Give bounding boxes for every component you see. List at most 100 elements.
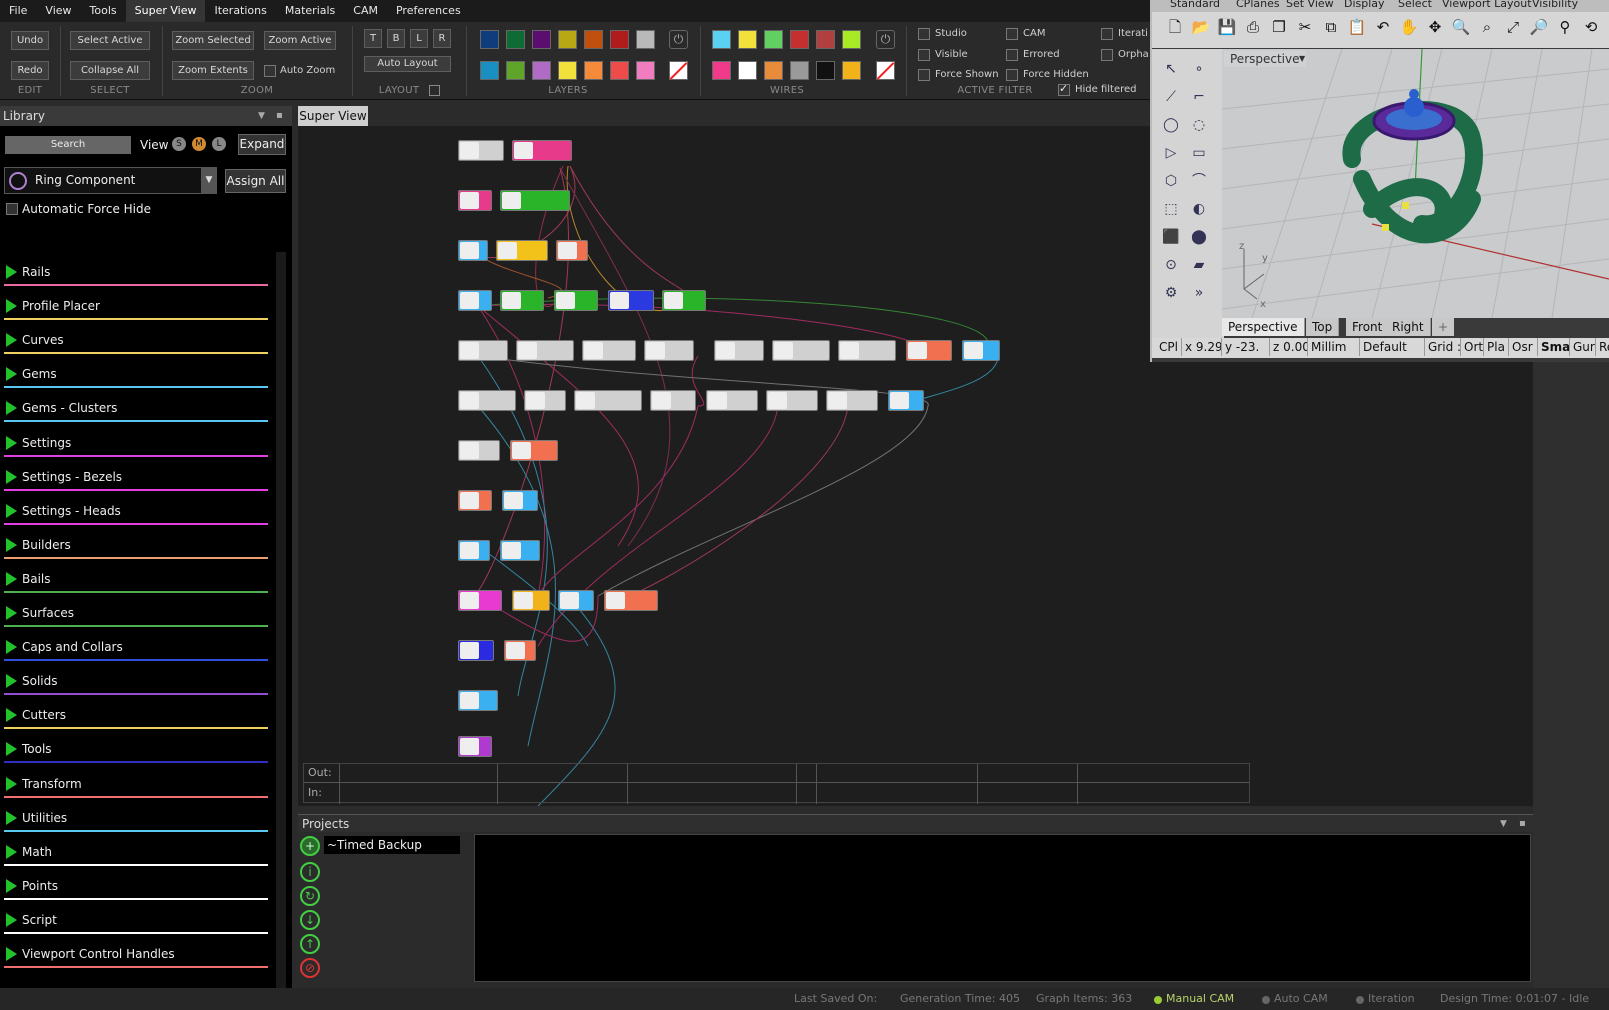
menu-tools[interactable]: Tools — [81, 0, 126, 22]
library-pin-icon[interactable]: ▪ — [276, 106, 283, 126]
iteration-status[interactable]: Iteration — [1368, 992, 1415, 1005]
graph-node[interactable] — [604, 590, 658, 611]
pan-hand-icon[interactable]: ✋ — [1398, 16, 1420, 38]
box-icon[interactable]: ⬛ — [1160, 226, 1182, 248]
zoom-window-icon[interactable]: ⌕ — [1476, 16, 1498, 38]
point-icon[interactable]: ∘ — [1188, 58, 1210, 80]
graph-node[interactable] — [458, 690, 498, 711]
projects-dropdown-icon[interactable]: ▼ — [1500, 815, 1507, 833]
coordinate-cell[interactable]: Ort — [1461, 338, 1484, 356]
layer-swatch[interactable] — [480, 30, 499, 49]
library-category[interactable]: Profile Placer — [4, 289, 268, 323]
rhino-tab[interactable]: Display — [1344, 0, 1385, 10]
graph-node[interactable] — [582, 340, 636, 361]
rotate-view-icon[interactable]: ⟲ — [1580, 16, 1602, 38]
polygon-icon[interactable]: ▷ — [1160, 142, 1182, 164]
circle-icon[interactable]: ◯ — [1160, 114, 1182, 136]
graph-node[interactable] — [558, 590, 594, 611]
cut-icon[interactable]: ✂ — [1294, 16, 1316, 38]
graph-node[interactable] — [512, 590, 550, 611]
graph-node[interactable] — [500, 290, 544, 311]
layout-left-button[interactable]: L — [410, 29, 428, 48]
graph-node[interactable] — [502, 490, 538, 511]
errored-checkbox[interactable] — [1006, 49, 1018, 61]
menu-file[interactable]: File — [0, 0, 36, 22]
layer-swatch[interactable] — [584, 61, 603, 80]
layer-swatch[interactable] — [636, 61, 655, 80]
graph-node[interactable] — [458, 736, 492, 757]
graph-node[interactable] — [906, 340, 952, 361]
surface-icon[interactable]: ⬚ — [1160, 198, 1182, 220]
refresh-icon[interactable]: ↻ — [300, 886, 320, 906]
coordinate-cell[interactable]: Pla — [1484, 338, 1509, 356]
search-input[interactable]: Search — [5, 136, 131, 154]
library-category[interactable]: Cutters — [4, 698, 268, 732]
move-icon[interactable]: ✥ — [1424, 16, 1446, 38]
graph-node[interactable] — [524, 390, 566, 411]
library-category[interactable]: Script — [4, 903, 268, 937]
graph-node[interactable] — [714, 340, 764, 361]
viewport-tab[interactable]: Right — [1386, 318, 1431, 336]
menu-cam[interactable]: CAM — [344, 0, 387, 22]
expand-button[interactable]: Expand — [238, 134, 286, 155]
viewport-tab[interactable]: Top — [1306, 318, 1340, 336]
rhino-tab[interactable]: CPlanes — [1236, 0, 1280, 10]
library-category[interactable]: Settings - Bezels — [4, 460, 268, 494]
library-category[interactable]: Points — [4, 869, 268, 903]
graph-node[interactable] — [458, 290, 492, 311]
revolve-icon[interactable]: ◐ — [1188, 198, 1210, 220]
library-category[interactable]: Viewport Control Handles — [4, 937, 268, 971]
layer-swatch[interactable] — [506, 30, 525, 49]
wires-none-swatch[interactable] — [876, 61, 895, 80]
graph-node[interactable] — [458, 590, 502, 611]
print-icon[interactable]: ⎙ — [1242, 16, 1264, 38]
wire-swatch[interactable] — [712, 30, 731, 49]
graph-node[interactable] — [962, 340, 1000, 361]
component-select[interactable]: Ring Component ▼ — [4, 167, 217, 194]
curve-icon[interactable]: ⌐ — [1188, 86, 1210, 108]
manual-cam-status[interactable]: Manual CAM — [1166, 992, 1234, 1005]
library-category[interactable]: Gems - Clusters — [4, 391, 268, 425]
graph-node[interactable] — [650, 390, 696, 411]
view-small-button[interactable]: S — [172, 137, 186, 151]
download-icon[interactable]: ↓ — [300, 910, 320, 930]
layer-swatch[interactable] — [558, 30, 577, 49]
rhino-tab[interactable]: Visibility — [1532, 0, 1578, 10]
settings-icon[interactable]: ⚙ — [1160, 282, 1182, 304]
graph-node[interactable] — [500, 540, 540, 561]
coordinate-cell[interactable]: Millim — [1308, 338, 1360, 356]
zoom-in-icon[interactable]: 🔍 — [1450, 16, 1472, 38]
zoom-extents-icon[interactable]: ⤢ — [1502, 16, 1524, 38]
undo-button[interactable]: Undo — [11, 31, 49, 50]
library-category[interactable]: Caps and Collars — [4, 630, 268, 664]
ellipse-icon[interactable]: ◌ — [1188, 114, 1210, 136]
project-item[interactable]: ~Timed Backup — [324, 836, 460, 854]
collapse-all-button[interactable]: Collapse All — [70, 61, 150, 80]
graph-node[interactable] — [706, 390, 758, 411]
wire-swatch[interactable] — [790, 30, 809, 49]
auto-cam-status[interactable]: Auto CAM — [1274, 992, 1328, 1005]
redo-button[interactable]: Redo — [11, 61, 49, 80]
library-category[interactable]: Tools — [4, 732, 268, 766]
graph-node[interactable] — [458, 190, 492, 211]
projects-pin-icon[interactable]: ▪ — [1519, 815, 1526, 833]
duplicate-icon[interactable]: ⧉ — [1320, 16, 1342, 38]
layers-none-swatch[interactable] — [669, 61, 688, 80]
magnify-icon[interactable]: ⚲ — [1554, 16, 1576, 38]
layer-swatch[interactable] — [636, 30, 655, 49]
graph-node[interactable] — [458, 390, 516, 411]
viewport-title[interactable]: Perspective — [1224, 51, 1306, 67]
wire-swatch[interactable] — [842, 61, 861, 80]
layer-swatch[interactable] — [532, 30, 551, 49]
zoom-selected-button[interactable]: Zoom Selected — [172, 31, 254, 50]
graph-node[interactable] — [574, 390, 642, 411]
cam-checkbox[interactable] — [1006, 28, 1018, 40]
graph-node[interactable] — [458, 340, 508, 361]
wire-swatch[interactable] — [764, 30, 783, 49]
visible-checkbox[interactable] — [918, 49, 930, 61]
menu-view[interactable]: View — [36, 0, 80, 22]
layer-swatch[interactable] — [506, 61, 525, 80]
info-icon[interactable]: i — [300, 862, 320, 882]
force-shown-checkbox[interactable] — [918, 69, 930, 81]
wires-power-icon[interactable]: ⏻ — [876, 30, 895, 49]
